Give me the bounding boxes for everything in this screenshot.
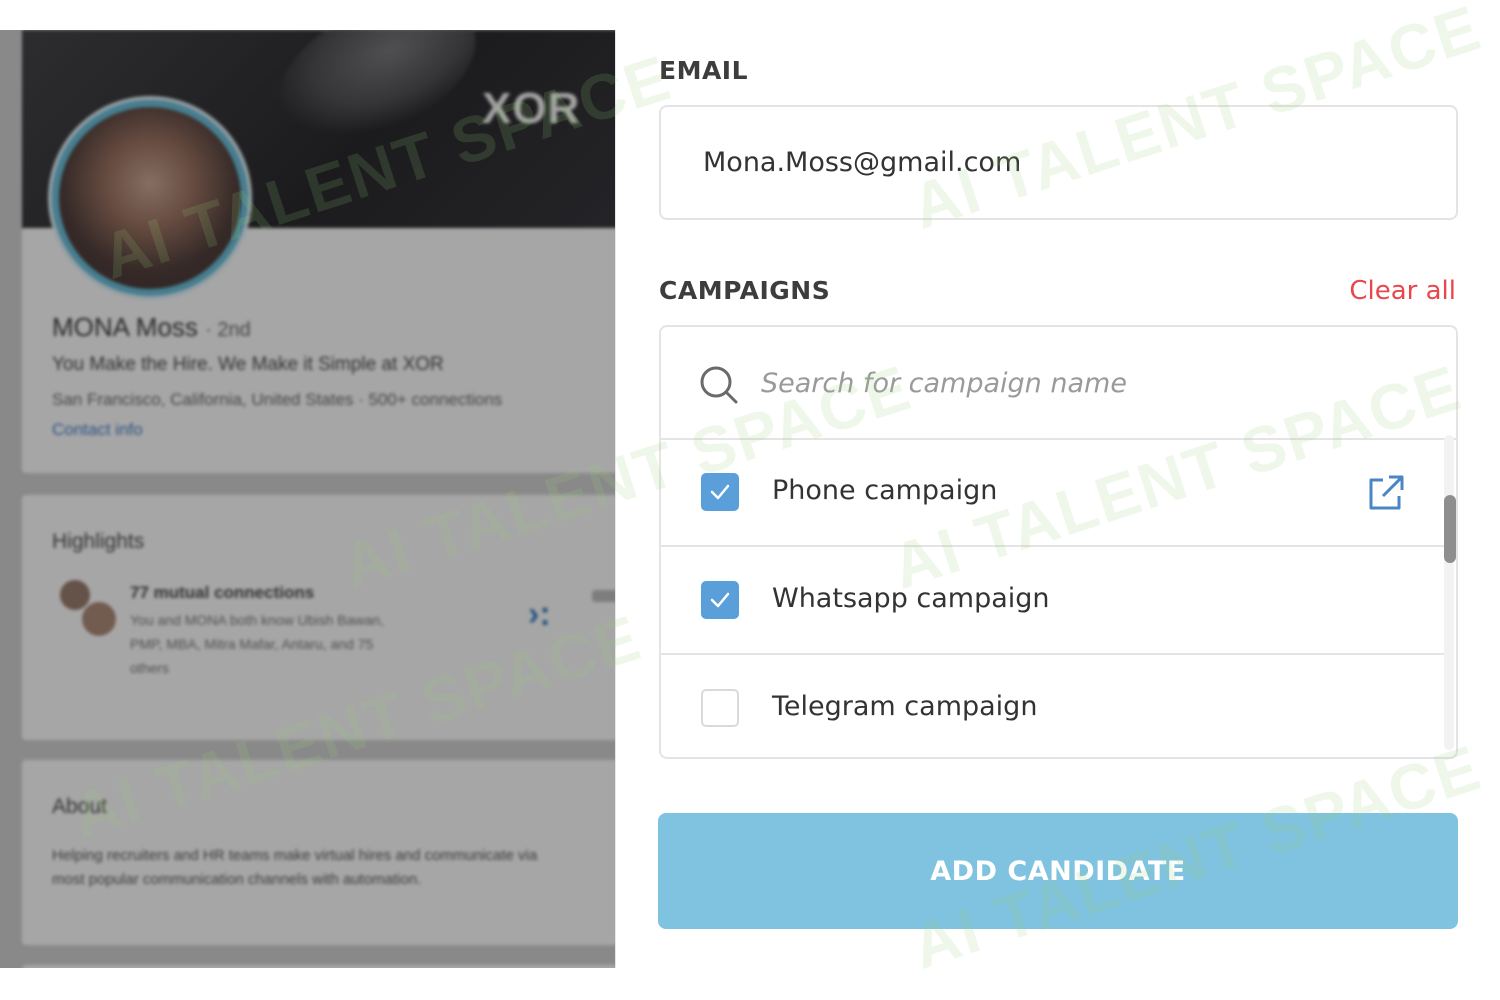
campaign-name: Whatsapp campaign [772,583,1050,614]
campaign-checkbox[interactable] [701,689,739,727]
clear-all-button[interactable]: Clear all [1349,276,1456,306]
check-icon [710,592,730,608]
profile-name-text: MONA Moss [52,312,198,342]
mutual-connections-title: 77 mutual connections [130,583,315,602]
search-icon [700,366,738,404]
connection-degree: 2nd [217,319,251,341]
external-link-icon[interactable] [1365,472,1407,514]
campaign-name: Telegram campaign [772,691,1038,722]
contact-info-link[interactable]: Contact info [52,420,143,440]
mutual-avatar-icon [80,600,118,638]
add-candidate-panel: EMAIL Mona.Moss@gmail.com CAMPAIGNS Clea… [615,30,1500,968]
campaigns-label: CAMPAIGNS [659,276,831,305]
profile-headline: You Make the Hire. We Make it Simple at … [52,354,444,375]
campaign-name: Phone campaign [772,475,998,506]
blurred-text [592,590,615,602]
background-profile-page: XOR MONA Moss · 2nd You Make the Hire. W… [0,30,615,968]
check-icon [710,484,730,500]
email-value[interactable]: Mona.Moss@gmail.com [703,147,1021,178]
campaign-checkbox[interactable] [701,581,739,619]
add-candidate-button[interactable]: ADD CANDIDATE [658,813,1458,929]
about-text: most popular communication channels with… [52,871,422,888]
about-title: About [52,795,107,818]
email-label: EMAIL [659,56,749,85]
banner-image [256,30,498,169]
mutual-connections-detail: You and MONA both know Ubish Bawan, [130,612,384,628]
campaign-search-row [661,327,1456,440]
company-logo-icon: ›: [528,595,551,633]
mutual-connections-detail: others [130,660,169,676]
profile-location: San Francisco, California, United States… [52,390,503,409]
mutual-connections-detail: PMP, MBA, Mitra Mafar, Antaru, and 75 [130,636,374,652]
next-card [22,965,615,968]
email-field[interactable]: Mona.Moss@gmail.com [659,105,1458,220]
about-text: Helping recruiters and HR teams make vir… [52,847,538,864]
banner-brand-logo: XOR [482,84,581,133]
campaign-row-phone[interactable]: Phone campaign [661,440,1445,547]
profile-content: XOR MONA Moss · 2nd You Make the Hire. W… [0,30,615,968]
campaign-search-input[interactable] [761,361,1401,405]
campaign-list-scrollbar[interactable] [1444,435,1454,750]
highlights-title: Highlights [52,530,145,553]
profile-name: MONA Moss · 2nd [52,312,251,342]
campaign-checkbox[interactable] [701,473,739,511]
avatar [52,100,248,296]
campaign-row-telegram[interactable]: Telegram campaign [661,656,1445,757]
campaign-selector: Phone campaign Whatsapp campaign Telegra… [659,325,1458,759]
scrollbar-thumb[interactable] [1444,495,1456,563]
campaign-row-whatsapp[interactable]: Whatsapp campaign [661,548,1445,655]
